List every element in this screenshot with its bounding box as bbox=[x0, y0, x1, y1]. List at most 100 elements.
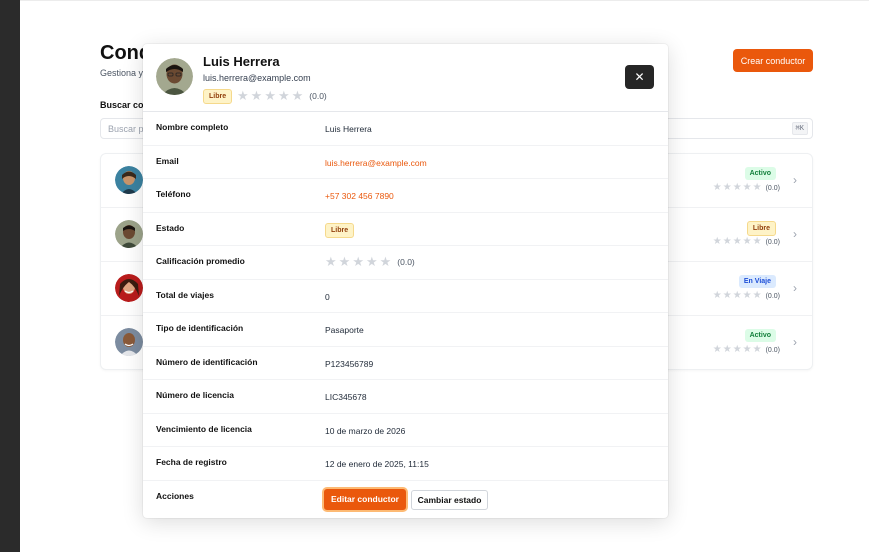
avatar bbox=[115, 328, 143, 356]
star-icon: ★ bbox=[277, 88, 290, 103]
chevron-right-icon: › bbox=[793, 335, 797, 349]
field-row: Número de licencia LIC345678 bbox=[143, 380, 668, 414]
field-label: Total de viajes bbox=[156, 289, 214, 300]
search-shortcut: ⌘K bbox=[791, 122, 808, 135]
field-value: Pasaporte bbox=[325, 325, 364, 335]
field-value: 10 de marzo de 2026 bbox=[325, 425, 406, 436]
rating-value: (0.0) bbox=[765, 238, 780, 246]
status-badge: Libre bbox=[203, 89, 233, 104]
field-label: Email bbox=[156, 155, 179, 166]
star-icon: ★ bbox=[742, 344, 752, 355]
status-badge: Activo bbox=[744, 167, 776, 180]
status-badge: Activo bbox=[744, 329, 776, 342]
star-icon: ★ bbox=[742, 290, 752, 301]
field-row: Tipo de identificación Pasaporte bbox=[143, 313, 668, 347]
rating: ★ ★ ★ ★ ★ (0.0) bbox=[713, 345, 780, 355]
star-icon: ★ bbox=[291, 88, 304, 103]
field-value: 12 de enero de 2025, 11:15 bbox=[325, 459, 429, 469]
avatar bbox=[115, 166, 143, 194]
status-badge: En Viaje bbox=[738, 275, 776, 288]
star-icon: ★ bbox=[237, 88, 249, 103]
modal-header: Luis Herrera luis.herrera@example.com Li… bbox=[143, 44, 668, 112]
rating: ★ ★ ★ ★ ★ (0.0) bbox=[713, 183, 780, 193]
rating-value: (0.0) bbox=[765, 292, 780, 300]
star-icon: ★ bbox=[365, 254, 378, 269]
star-icon: ★ bbox=[712, 236, 722, 247]
star-icon: ★ bbox=[712, 182, 722, 193]
field-row: Vencimiento de licencia 10 de marzo de 2… bbox=[143, 414, 668, 447]
field-label: Estado bbox=[156, 222, 185, 233]
field-value: LIC345678 bbox=[325, 392, 367, 402]
field-row: Teléfono +57 302 456 7890 bbox=[143, 179, 668, 213]
driver-name: Luis Herrera bbox=[203, 54, 280, 69]
field-row: Estado Libre bbox=[143, 213, 668, 246]
rating: ★ ★ ★ ★ ★ (0.0) bbox=[713, 291, 780, 301]
star-icon: ★ bbox=[712, 344, 722, 355]
star-icon: ★ bbox=[732, 236, 742, 247]
star-icon: ★ bbox=[722, 290, 732, 301]
field-row: Total de viajes 0 bbox=[143, 280, 668, 313]
close-icon: ✕ bbox=[634, 70, 645, 84]
rating: ★ ★ ★ ★ ★ (0.0) bbox=[325, 255, 415, 268]
avatar bbox=[115, 274, 143, 302]
field-row: Nombre completo Luis Herrera bbox=[143, 112, 668, 146]
phone-link[interactable]: +57 302 456 7890 bbox=[325, 191, 394, 201]
star-icon: ★ bbox=[752, 290, 762, 301]
rating-value: (0.0) bbox=[397, 256, 415, 267]
star-icon: ★ bbox=[722, 182, 732, 193]
star-icon: ★ bbox=[264, 88, 276, 103]
star-icon: ★ bbox=[732, 344, 742, 355]
star-icon: ★ bbox=[732, 182, 742, 193]
field-value: Luis Herrera bbox=[325, 124, 372, 134]
edit-driver-button[interactable]: Editar conductor bbox=[324, 488, 406, 510]
star-icon: ★ bbox=[722, 236, 732, 247]
star-icon: ★ bbox=[722, 344, 732, 355]
star-icon: ★ bbox=[338, 254, 351, 269]
rating-value: (0.0) bbox=[765, 346, 780, 354]
field-label: Número de identificación bbox=[156, 356, 258, 367]
status-badge: Libre bbox=[325, 222, 355, 238]
field-label: Nombre completo bbox=[156, 122, 229, 132]
star-icon: ★ bbox=[752, 236, 762, 247]
field-label: Vencimiento de licencia bbox=[156, 423, 252, 434]
star-icon: ★ bbox=[325, 254, 337, 269]
star-icon: ★ bbox=[752, 182, 762, 193]
close-button[interactable]: ✕ bbox=[625, 65, 654, 89]
chevron-right-icon: › bbox=[793, 227, 797, 241]
rating-value: (0.0) bbox=[309, 90, 327, 101]
avatar bbox=[115, 220, 143, 248]
app-sidebar bbox=[0, 0, 20, 552]
star-icon: ★ bbox=[250, 88, 263, 103]
driver-detail-modal: Luis Herrera luis.herrera@example.com Li… bbox=[143, 44, 668, 518]
rating-value: (0.0) bbox=[765, 184, 780, 192]
star-icon: ★ bbox=[742, 182, 752, 193]
chevron-right-icon: › bbox=[793, 173, 797, 187]
email-link[interactable]: luis.herrera@example.com bbox=[325, 158, 427, 168]
star-icon: ★ bbox=[379, 254, 392, 269]
top-divider bbox=[20, 0, 869, 1]
field-value: P123456789 bbox=[325, 358, 374, 369]
rating: ★ ★ ★ ★ ★ (0.0) bbox=[713, 237, 780, 247]
actions-label: Acciones bbox=[156, 490, 194, 501]
status-badge: Libre bbox=[746, 221, 776, 236]
field-row: Calificación promedio ★ ★ ★ ★ ★ (0.0) bbox=[143, 246, 668, 280]
field-value: Libre bbox=[325, 222, 355, 240]
modal-body: Nombre completo Luis Herrera Email luis.… bbox=[143, 112, 668, 518]
avatar bbox=[156, 58, 193, 95]
rating: ★ ★ ★ ★ ★ (0.0) bbox=[237, 89, 327, 102]
field-row: Fecha de registro 12 de enero de 2025, 1… bbox=[143, 447, 668, 481]
actions-row: Acciones Editar conductor Cambiar estado bbox=[143, 481, 668, 519]
star-icon: ★ bbox=[742, 236, 752, 247]
field-label: Tipo de identificación bbox=[156, 323, 244, 333]
star-icon: ★ bbox=[732, 290, 742, 301]
star-icon: ★ bbox=[712, 290, 722, 301]
create-driver-button[interactable]: Crear conductor bbox=[733, 49, 813, 72]
field-label: Calificación promedio bbox=[156, 256, 245, 266]
field-row: Email luis.herrera@example.com bbox=[143, 146, 668, 179]
field-label: Fecha de registro bbox=[156, 457, 227, 467]
field-row: Número de identificación P123456789 bbox=[143, 347, 668, 380]
field-label: Número de licencia bbox=[156, 390, 234, 400]
change-state-button[interactable]: Cambiar estado bbox=[411, 489, 488, 510]
driver-email: luis.herrera@example.com bbox=[203, 73, 311, 83]
field-value: 0 bbox=[325, 291, 330, 302]
